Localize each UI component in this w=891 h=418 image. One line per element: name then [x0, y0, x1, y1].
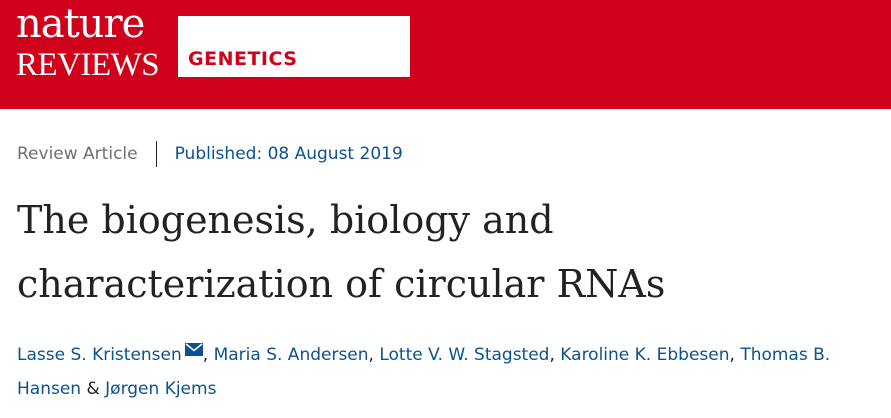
- article-title: The biogenesis, biology and characteriza…: [17, 188, 877, 316]
- article-meta: Review Article Published: 08 August 2019: [17, 140, 403, 168]
- author-link[interactable]: Maria S. Andersen: [214, 345, 369, 365]
- journal-banner: nature REVIEWS GENETICS: [0, 0, 891, 109]
- meta-divider: [155, 141, 157, 167]
- author-separator: ,: [202, 345, 214, 365]
- article-title-line-1: The biogenesis, biology and: [17, 198, 554, 242]
- logo-nature-text: nature: [16, 1, 145, 47]
- author-link[interactable]: Jørgen Kjems: [105, 379, 216, 399]
- logo-journal-name: GENETICS: [188, 48, 298, 70]
- author-separator: ,: [368, 345, 380, 365]
- author-separator: ,: [549, 345, 561, 365]
- article-title-line-2: characterization of circular RNAs: [17, 262, 666, 306]
- author-link[interactable]: Lotte V. W. Stagsted: [379, 345, 549, 365]
- author-list: Lasse S. Kristensen, Maria S. Andersen, …: [17, 334, 877, 406]
- published-date: Published: 08 August 2019: [174, 144, 403, 164]
- envelope-icon[interactable]: [184, 334, 203, 356]
- logo-journal-box: GENETICS: [178, 16, 410, 77]
- page: nature REVIEWS GENETICS Review Article P…: [0, 0, 891, 418]
- author-ampersand: &: [86, 379, 100, 399]
- journal-logo[interactable]: nature REVIEWS GENETICS: [16, 2, 411, 83]
- author-link[interactable]: Karoline K. Ebbesen: [560, 345, 729, 365]
- author-link[interactable]: Lasse S. Kristensen: [17, 345, 182, 365]
- logo-reviews-text: REVIEWS: [16, 47, 160, 83]
- author-separator: ,: [729, 345, 741, 365]
- article-type: Review Article: [17, 144, 138, 164]
